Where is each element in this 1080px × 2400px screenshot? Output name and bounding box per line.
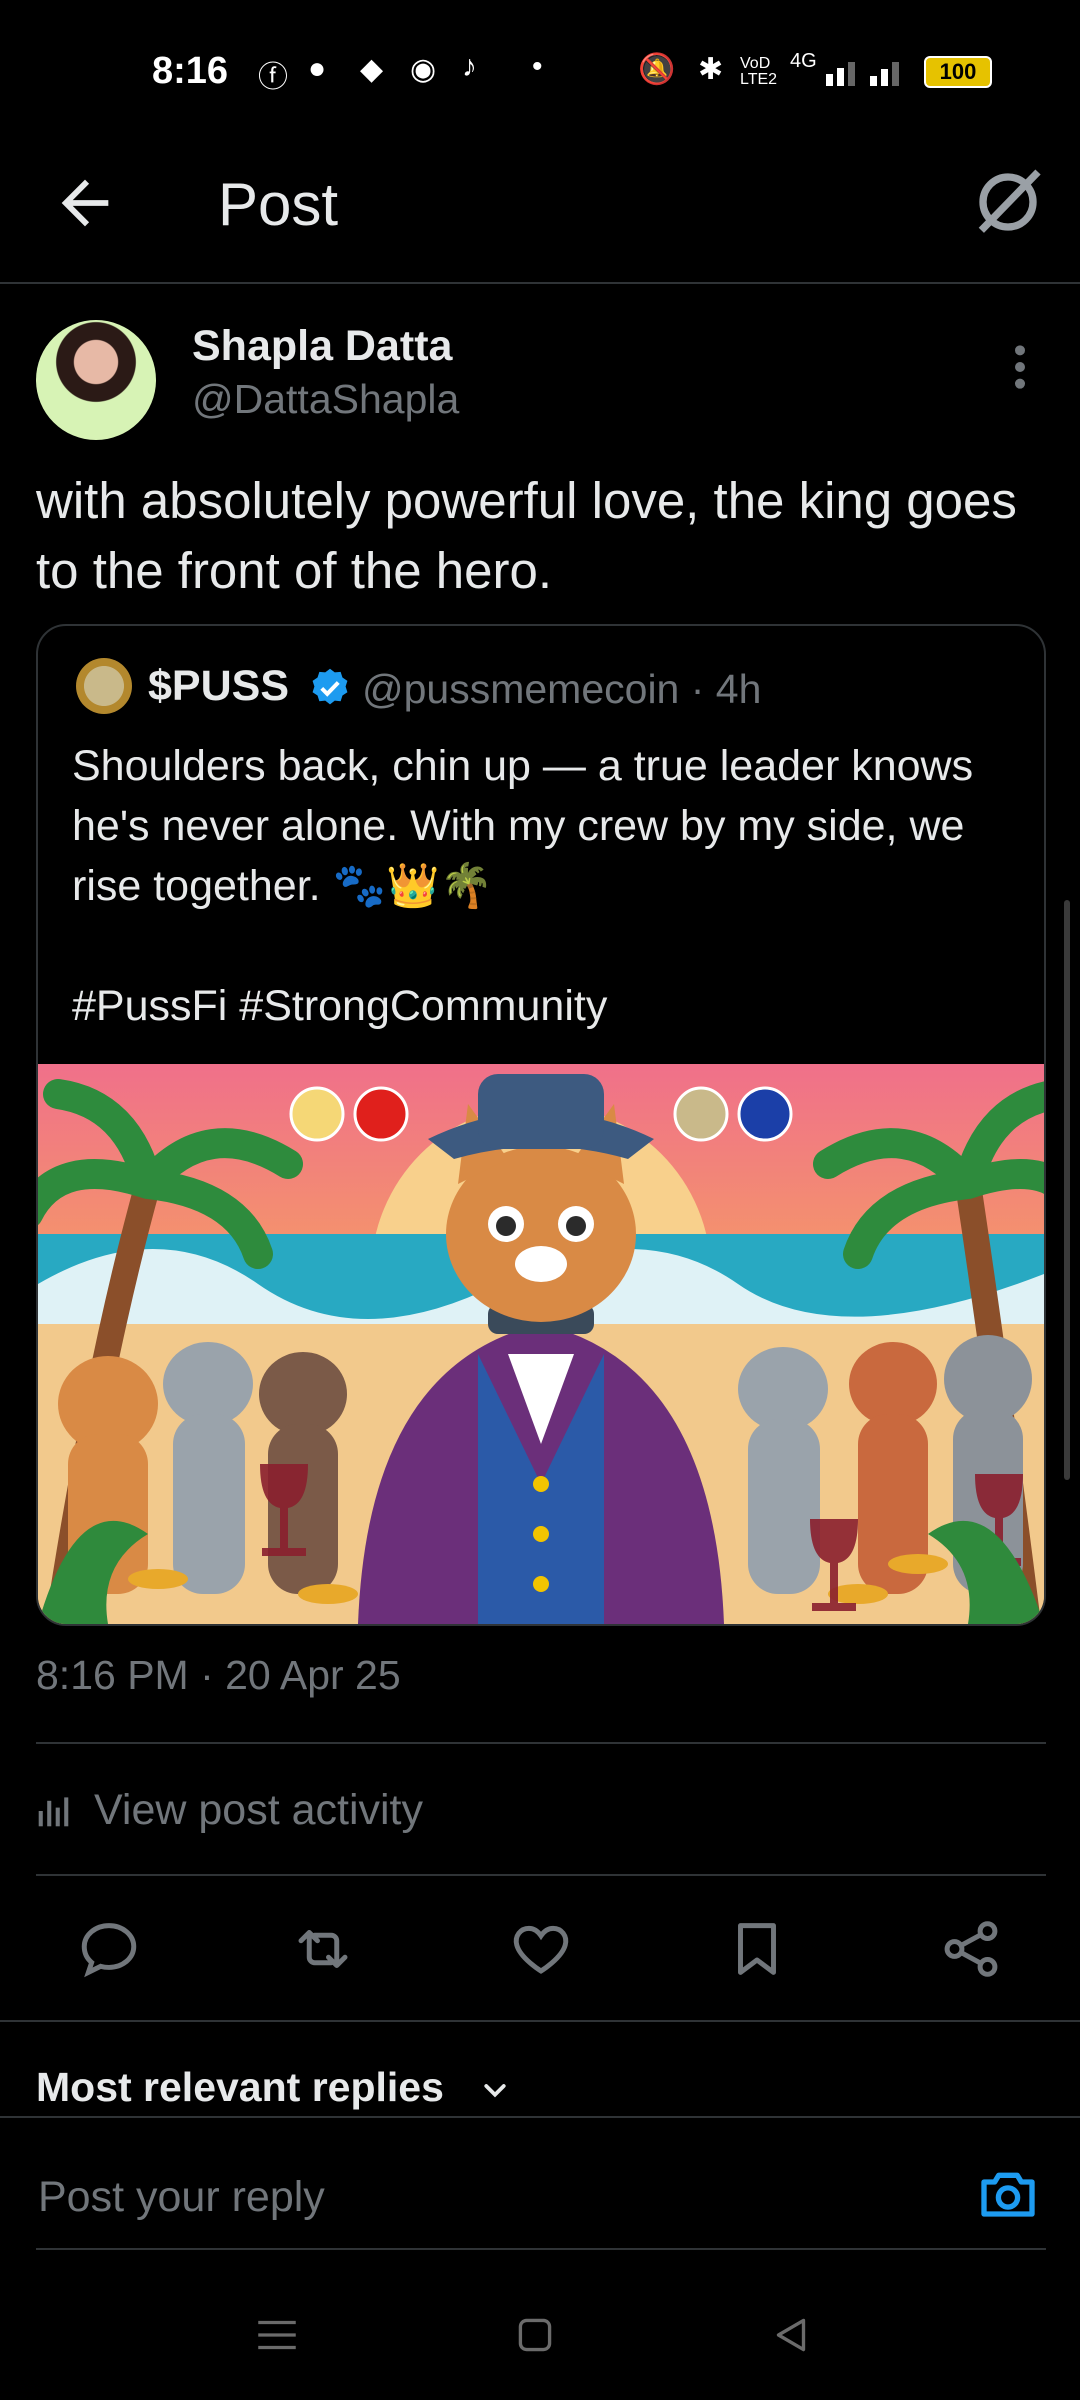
top-bar: Post <box>0 140 1080 284</box>
volte-label: VoD LTE2 <box>740 55 778 88</box>
divider <box>0 2116 1080 2118</box>
verified-badge-icon <box>312 668 348 705</box>
status-bar: 8:16 ⓕ ● ◆ ◉ ♪ • 🔕 ✱ VoD LTE2 4G 100 <box>0 0 1080 140</box>
bookmark-button[interactable] <box>724 1916 790 1982</box>
reply-input[interactable] <box>36 2164 920 2230</box>
post-text: with absolutely powerful love, the king … <box>36 472 1017 599</box>
home-icon[interactable] <box>510 2310 560 2360</box>
battery-icon: 100 <box>924 56 992 88</box>
battery-level: 100 <box>939 59 977 84</box>
share-button[interactable] <box>938 1916 1004 1982</box>
composer-underline <box>36 2248 1046 2250</box>
quoted-post-card[interactable]: $PUSS @pussmemecoin · 4h Shoulders back,… <box>36 624 1046 1626</box>
divider <box>36 1874 1046 1876</box>
scrollbar[interactable] <box>1064 900 1070 1480</box>
author-avatar[interactable] <box>36 320 156 440</box>
game-controller-icon: ◆ <box>360 53 384 86</box>
vertical-dots-icon[interactable] <box>1000 342 1040 392</box>
like-button[interactable] <box>508 1916 574 1982</box>
tiktok-icon: ♪ <box>462 50 477 83</box>
post-timestamp: 8:16 PM · 20 Apr 25 <box>36 1652 401 1698</box>
page-title: Post <box>218 171 339 238</box>
mute-icon: 🔕 <box>638 53 676 86</box>
status-time: 8:16 <box>152 50 229 92</box>
repost-button[interactable] <box>290 1916 356 1982</box>
messenger-icon: ◉ <box>410 53 437 86</box>
activity-label: View post activity <box>94 1786 424 1834</box>
divider <box>0 2020 1080 2022</box>
back-triangle-icon[interactable] <box>766 2310 816 2360</box>
replies-sort-heading[interactable]: Most relevant replies <box>36 2064 444 2111</box>
quoted-post-text: Shoulders back, chin up — a true leader … <box>72 742 974 1030</box>
reply-button[interactable] <box>76 1916 142 1982</box>
facebook-icon: ● <box>308 52 327 85</box>
arrow-left-icon[interactable] <box>50 168 120 238</box>
slash-circle-icon[interactable] <box>968 162 1048 242</box>
author-name[interactable]: Shapla Datta <box>192 322 452 371</box>
quoted-author-avatar <box>76 658 132 714</box>
author-handle[interactable]: @DattaShapla <box>192 376 459 423</box>
quoted-handle-time: @pussmemecoin · 4h <box>362 666 762 712</box>
bar-chart-icon <box>38 1797 69 1827</box>
menu-icon[interactable] <box>252 2310 302 2360</box>
chevron-down-icon[interactable] <box>480 2076 510 2106</box>
facebook-icon: ⓕ <box>258 61 288 94</box>
signal-icon <box>826 62 899 86</box>
quoted-author-name: $PUSS <box>148 662 290 710</box>
more-notifications-icon: • <box>532 50 543 83</box>
bluetooth-icon: ✱ <box>698 53 724 86</box>
divider <box>36 1742 1046 1744</box>
camera-icon[interactable] <box>976 2162 1040 2226</box>
network-label: 4G <box>790 50 817 72</box>
quoted-post-image[interactable] <box>38 1064 1044 1624</box>
